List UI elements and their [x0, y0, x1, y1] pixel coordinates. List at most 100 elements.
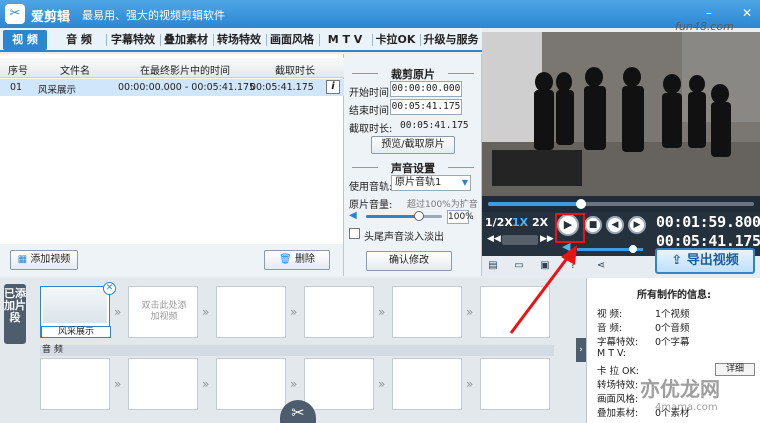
audio-slot[interactable] [480, 358, 550, 410]
export-icon: ⇪ [671, 253, 683, 268]
media-action-bar: ▦ 添加视频 🗑 删除 [0, 244, 344, 276]
tab-karaoke[interactable]: 卡拉OK [373, 30, 418, 50]
table-row[interactable]: 01 风采展示 00:00:00.000 - 00:05:41.175 00:0… [0, 79, 344, 96]
tab-mtv[interactable]: M T V [320, 30, 370, 50]
trash-icon: 🗑 [279, 254, 292, 265]
chevron-right-icon: » [378, 377, 386, 391]
speed-2x[interactable]: 2X [532, 216, 548, 229]
prev-frame-button[interactable]: ◀ [606, 216, 624, 234]
next-frame-button[interactable]: ▶ [628, 216, 646, 234]
audio-slot[interactable] [216, 358, 286, 410]
project-info-title: 所有制作的信息: [637, 290, 711, 301]
chevron-right-icon: » [202, 377, 210, 391]
info-transitions: 转场特效: [597, 380, 639, 391]
preview-trim-button[interactable]: 预览/截取原片 [371, 136, 455, 154]
speaker-icon: ◀ [349, 210, 357, 221]
audio-slot[interactable] [40, 358, 110, 410]
clip-thumbnail[interactable]: 风采展示 ✕ [40, 282, 116, 338]
film-icon: ▦ [17, 254, 28, 265]
remove-clip-icon[interactable]: ✕ [103, 282, 116, 295]
chevron-down-icon: ▼ [461, 178, 468, 187]
chevron-right-icon: » [290, 305, 298, 319]
video-preview[interactable] [482, 32, 760, 202]
app-slogan: 最易用、强大的视频剪辑软件 [82, 9, 225, 22]
fade-checkbox[interactable] [349, 228, 360, 239]
tab-video[interactable]: 视 频 [3, 30, 47, 50]
tab-picture-style[interactable]: 画面风格 [267, 30, 317, 50]
info-subtitles: 字幕特效: 0个字幕 [597, 337, 690, 348]
chevron-right-icon: » [114, 377, 122, 391]
export-video-button[interactable]: ⇪ 导出视频 [655, 248, 755, 274]
added-clips-tab: 已添加片段 [4, 284, 26, 344]
col-filename: 文件名 [60, 66, 90, 77]
add-video-placeholder: 双击此处添加视频 [141, 301, 187, 322]
empty-clip-slot[interactable]: 双击此处添加视频 [128, 286, 198, 338]
info-karaoke: 卡 拉 OK: [597, 366, 639, 377]
export-video-label: 导出视频 [686, 253, 739, 268]
media-list-panel: 序号 文件名 在最终影片中的时间 截取时长 01 风采展示 00:00:00.0… [0, 54, 344, 244]
title-bar: ✂ 爱剪辑 最易用、强大的视频剪辑软件 – ✕ [0, 0, 760, 28]
rewind-icon[interactable]: ◀◀ [487, 234, 501, 244]
empty-clip-slot[interactable] [216, 286, 286, 338]
highlight-box [555, 213, 585, 243]
audio-track-title: 音 频 [40, 345, 554, 356]
start-time-input[interactable]: 00:00:00.000 [390, 81, 462, 97]
audio-track-value: 原片音轨1 [395, 177, 442, 188]
add-video-button[interactable]: ▦ 添加视频 [10, 250, 78, 270]
share-icon[interactable]: ⋖ [594, 259, 608, 273]
preview-frame [482, 32, 760, 202]
audio-track-select[interactable]: 原片音轨1 ▼ [391, 175, 471, 191]
chevron-right-icon: » [466, 377, 474, 391]
close-icon[interactable]: ✕ [738, 4, 756, 22]
info-video: 视 频: 1个视频 [597, 309, 690, 320]
info-audio: 音 频: 0个音频 [597, 323, 690, 334]
delete-label: 删除 [294, 254, 315, 265]
trim-duration-value: 00:05:41.175 [400, 120, 469, 131]
speed-1x[interactable]: 1X [512, 216, 528, 229]
film-edit-icon[interactable]: ▤ [486, 259, 500, 273]
end-time-input[interactable]: 00:05:41.175 [390, 99, 462, 115]
trim-title: 裁剪原片 [344, 66, 482, 82]
delete-button[interactable]: 🗑 删除 [264, 250, 330, 270]
stop-button[interactable]: ■ [584, 216, 602, 234]
player-volume-slider[interactable] [577, 245, 643, 253]
row-duration: 00:05:41.175 [250, 82, 314, 93]
detail-button[interactable]: 详细 [715, 363, 755, 376]
chevron-right-icon: » [290, 377, 298, 391]
empty-clip-slot[interactable] [392, 286, 462, 338]
confirm-modify-button[interactable]: 确认修改 [366, 251, 452, 271]
step-forward-icon: ▶ [633, 220, 641, 230]
sound-settings-title: 声音设置 [344, 160, 482, 176]
trim-panel: 裁剪原片 开始时间: 00:00:00.000 结束时间: 00:05:41.1… [344, 54, 482, 276]
speed-half[interactable]: 1/2X [485, 216, 513, 229]
app-logo-icon: ✂ [5, 4, 25, 24]
chevron-right-icon: » [202, 305, 210, 319]
fade-label: 头尾声音淡入淡出 [364, 232, 444, 243]
audio-slot[interactable] [304, 358, 374, 410]
volume-percent[interactable]: 100% [447, 210, 474, 224]
col-index: 序号 [8, 66, 28, 77]
info-overlays: 叠加素材: 0个素材 [597, 408, 690, 419]
chevron-right-icon: » [466, 305, 474, 319]
info-icon[interactable]: i [326, 80, 340, 94]
tab-audio[interactable]: 音 频 [55, 30, 103, 50]
empty-clip-slot[interactable] [304, 286, 374, 338]
app-name: 爱剪辑 [31, 10, 71, 25]
red-arrow-annotation [509, 245, 577, 334]
tab-transitions[interactable]: 转场特效 [214, 30, 264, 50]
tab-subtitle-effects[interactable]: 字幕特效 [108, 30, 158, 50]
audio-slot[interactable] [128, 358, 198, 410]
volume-label: 原片音量: [349, 200, 393, 211]
info-picture-style: 画面风格: [597, 394, 639, 405]
volume-slider[interactable] [366, 211, 442, 221]
row-time-range: 00:00:00.000 - 00:05:41.175 [118, 82, 256, 93]
tab-upgrade-service[interactable]: 升级与服务 [421, 30, 481, 50]
playback-progress-bar[interactable] [482, 196, 760, 212]
tab-overlay-materials[interactable]: 叠加素材 [161, 30, 211, 50]
current-time: 00:01:59.800 [656, 213, 760, 231]
collapse-panel-icon[interactable]: › [576, 338, 586, 362]
row-filename: 风采展示 [38, 85, 77, 96]
info-mtv: M T V: [597, 348, 626, 359]
clip-caption: 风采展示 [41, 326, 111, 338]
audio-slot[interactable] [392, 358, 462, 410]
